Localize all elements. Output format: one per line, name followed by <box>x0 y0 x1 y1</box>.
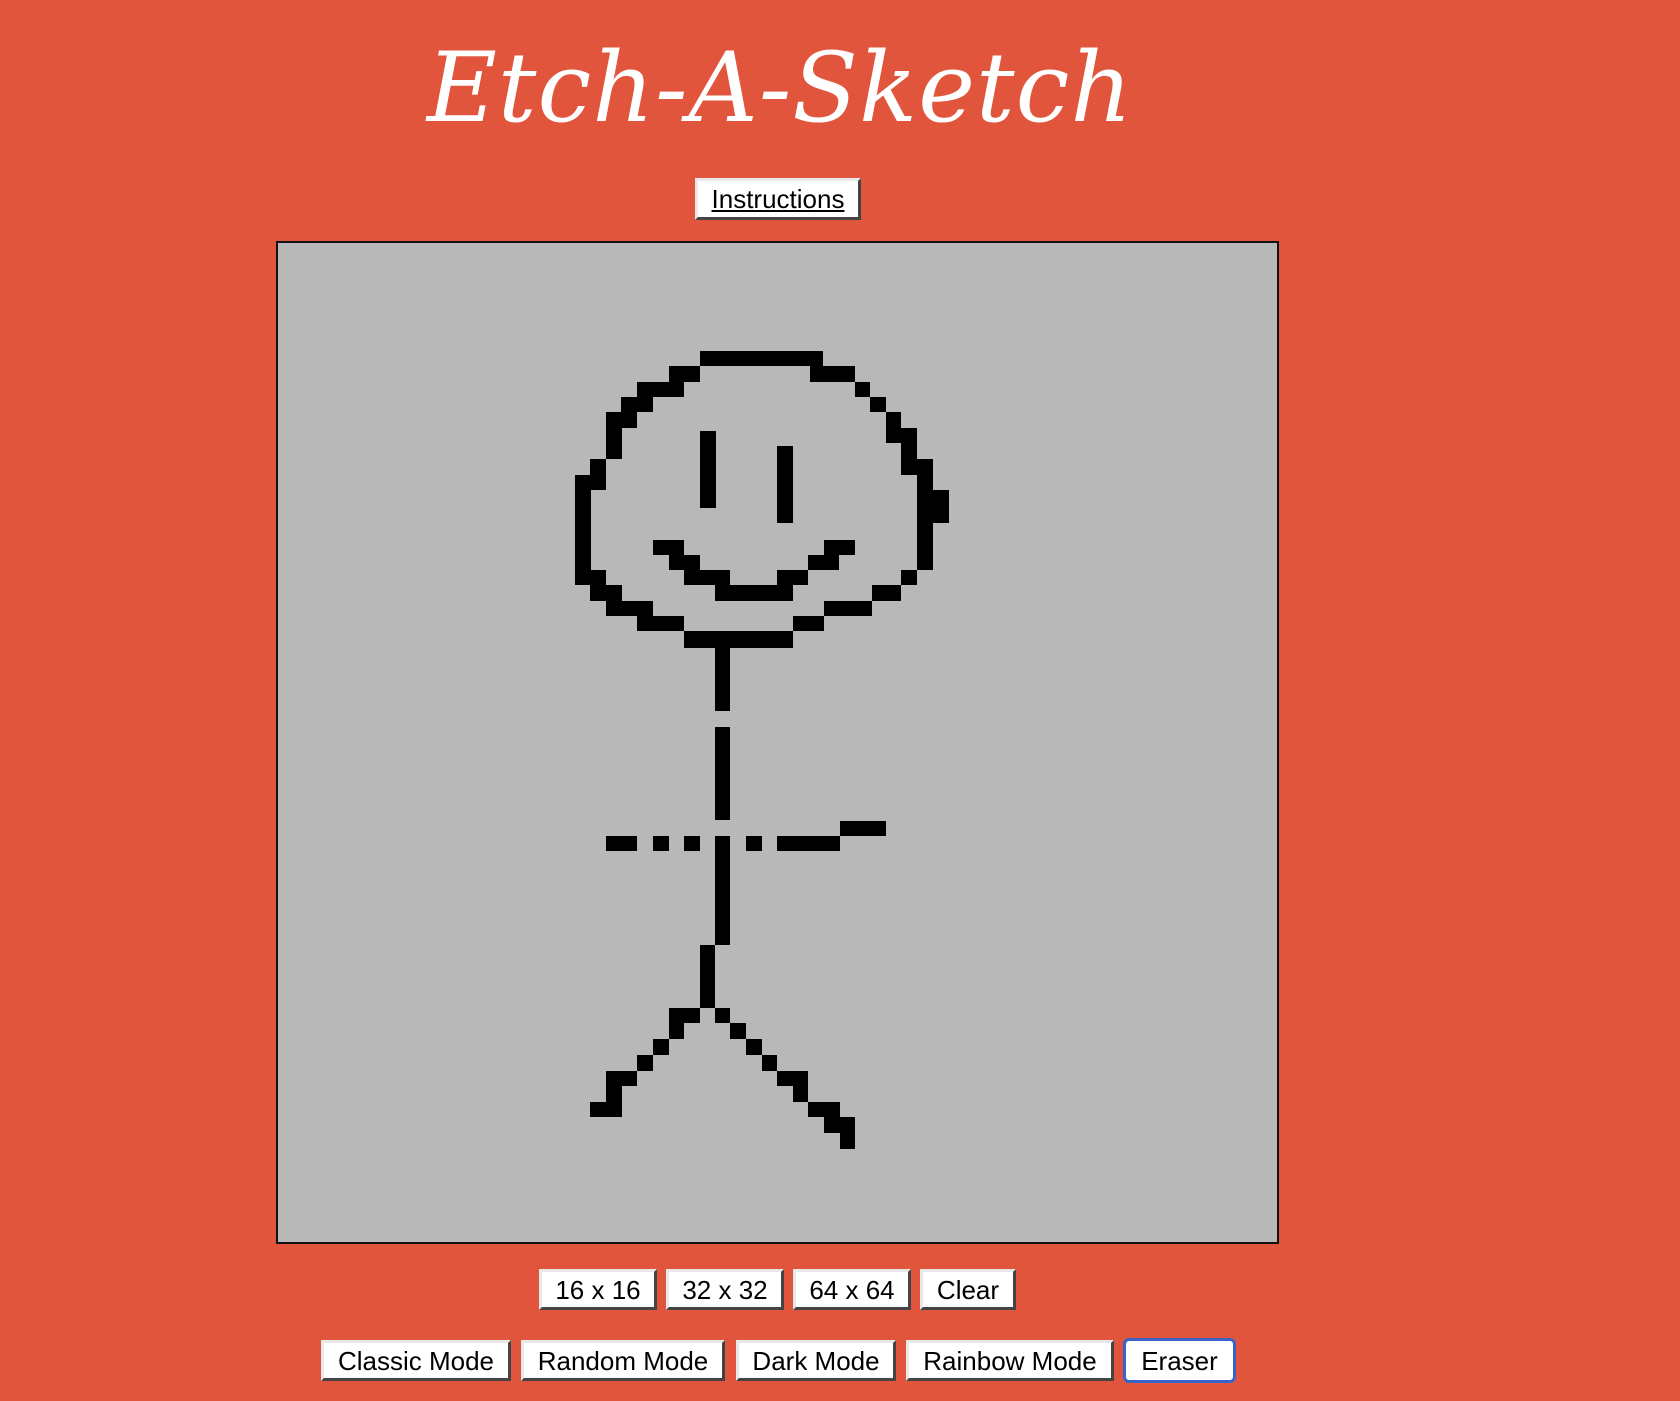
drawn-cell <box>606 836 637 851</box>
drawn-cell <box>917 490 949 523</box>
rainbow-mode-button[interactable]: Rainbow Mode <box>906 1340 1114 1381</box>
drawn-cell <box>606 1086 622 1102</box>
drawn-cell <box>872 585 901 601</box>
drawn-cell <box>684 836 700 851</box>
drawn-cell <box>901 570 917 585</box>
drawn-cell <box>590 459 606 475</box>
drawn-cell <box>637 1055 653 1071</box>
drawn-cell <box>715 727 730 820</box>
drawn-cell <box>886 412 901 428</box>
drawn-cell <box>777 836 840 851</box>
drawn-cell <box>669 366 700 382</box>
drawn-cell <box>606 412 637 428</box>
drawn-cell <box>575 490 591 570</box>
drawn-cell <box>684 631 793 648</box>
drawn-cell <box>606 601 653 616</box>
drawn-cell <box>669 555 700 570</box>
drawn-cell <box>621 397 653 412</box>
drawn-cell <box>606 428 622 443</box>
drawn-cell <box>715 585 793 601</box>
drawn-cell <box>810 366 855 382</box>
drawn-cell <box>653 540 684 555</box>
drawn-cell <box>762 1055 777 1071</box>
drawn-cell <box>824 1117 855 1133</box>
drawn-cell <box>700 945 715 1008</box>
drawn-cell <box>808 1102 840 1117</box>
drawn-cell <box>824 540 855 555</box>
drawn-cell <box>870 397 886 412</box>
drawn-cell <box>886 428 917 443</box>
drawn-cell <box>606 1071 637 1086</box>
drawn-cell <box>777 570 808 585</box>
drawn-cell <box>855 382 870 397</box>
drawn-cell <box>637 382 684 397</box>
drawn-cell <box>715 1008 730 1023</box>
drawn-cell <box>590 585 622 601</box>
drawn-cell <box>669 1008 700 1023</box>
drawn-cell <box>901 443 917 459</box>
drawn-cell <box>575 570 606 585</box>
drawn-cell <box>746 836 762 851</box>
drawn-cell <box>917 523 933 570</box>
clear-button[interactable]: Clear <box>920 1269 1016 1310</box>
drawn-cell <box>777 446 793 523</box>
drawn-cell <box>700 351 823 366</box>
drawn-cell <box>637 616 684 631</box>
classic-mode-button[interactable]: Classic Mode <box>321 1340 511 1381</box>
drawn-cell <box>793 1086 808 1102</box>
drawn-cell <box>840 821 886 836</box>
drawn-cell <box>575 475 606 490</box>
dark-mode-button[interactable]: Dark Mode <box>736 1340 896 1381</box>
drawn-cell <box>730 1023 746 1039</box>
drawn-cell <box>746 1039 762 1055</box>
drawn-cell <box>793 616 824 631</box>
drawn-cell <box>590 1102 622 1117</box>
drawn-cell <box>653 1039 669 1055</box>
random-mode-button[interactable]: Random Mode <box>521 1340 725 1381</box>
drawn-cell <box>840 1133 855 1149</box>
drawn-cell <box>777 1071 808 1086</box>
drawn-cell <box>901 459 933 475</box>
grid-32-button[interactable]: 32 x 32 <box>666 1269 784 1310</box>
drawn-cell <box>700 431 716 508</box>
drawn-cell <box>824 601 872 616</box>
app-title: Etch-A-Sketch <box>426 32 1134 144</box>
drawn-cell <box>715 648 730 711</box>
sketch-canvas[interactable] <box>278 243 1277 1242</box>
drawn-cell <box>684 570 730 585</box>
drawn-cell <box>669 1023 684 1039</box>
instructions-button[interactable]: Instructions <box>695 178 861 220</box>
eraser-button[interactable]: Eraser <box>1123 1338 1236 1383</box>
grid-16-button[interactable]: 16 x 16 <box>539 1269 657 1310</box>
drawn-cell <box>715 836 730 945</box>
sketch-board[interactable] <box>276 241 1279 1244</box>
drawn-cell <box>808 555 839 570</box>
drawn-cell <box>606 443 622 459</box>
grid-64-button[interactable]: 64 x 64 <box>793 1269 911 1310</box>
drawn-cell <box>917 475 933 490</box>
drawn-cell <box>653 836 669 851</box>
